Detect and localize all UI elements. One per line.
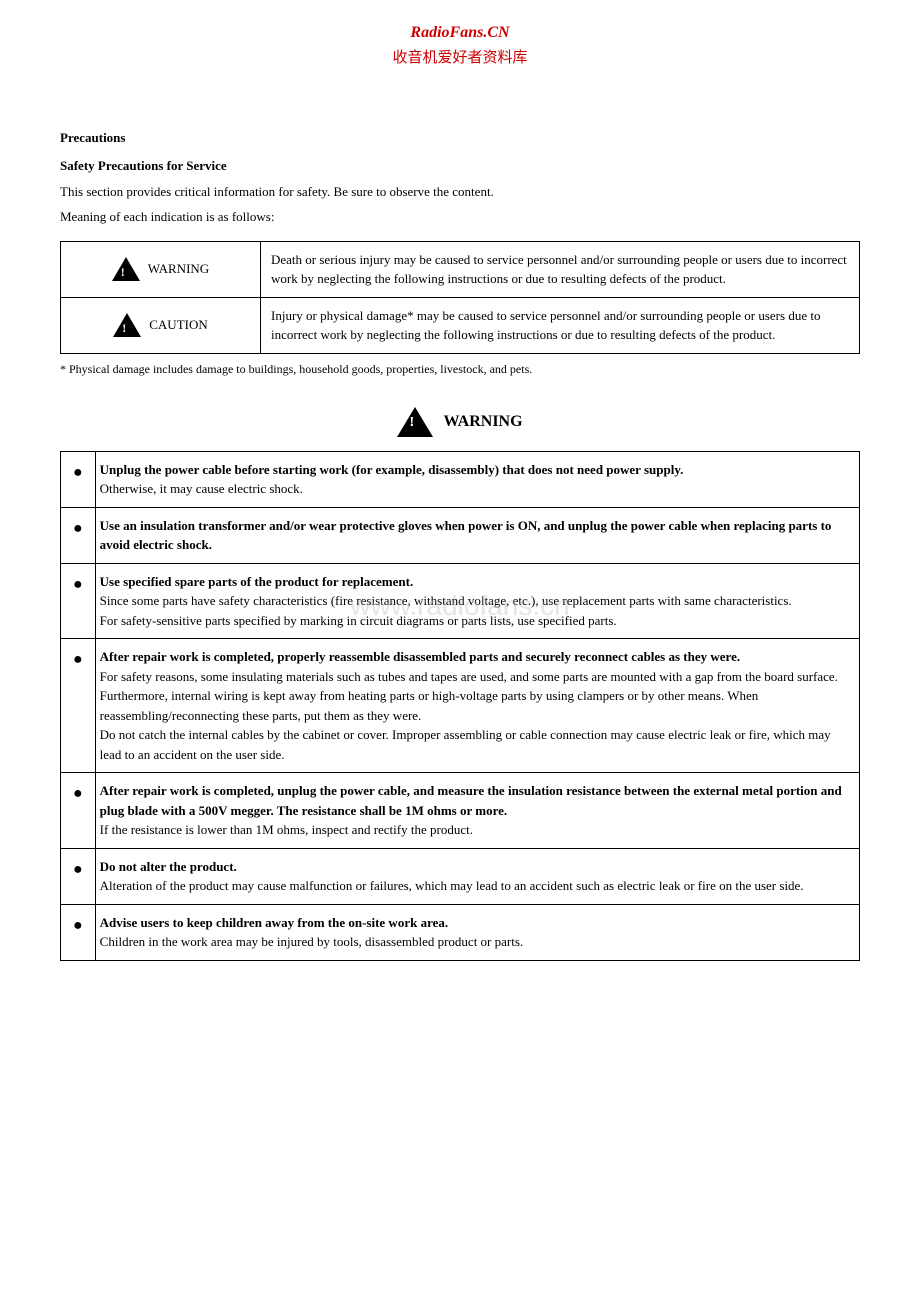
warning-item-3: ● Use specified spare parts of the produ… bbox=[61, 563, 860, 639]
caution-row: CAUTION Injury or physical damage* may b… bbox=[61, 297, 860, 353]
normal-4: For safety reasons, some insulating mate… bbox=[100, 669, 838, 762]
footnote: * Physical damage includes damage to bui… bbox=[60, 362, 860, 377]
bold-4: After repair work is completed, properly… bbox=[100, 649, 740, 664]
bold-7: Advise users to keep children away from … bbox=[100, 915, 448, 930]
warning-item-5: ● After repair work is completed, unplug… bbox=[61, 773, 860, 849]
warning-items-table: ● Unplug the power cable before starting… bbox=[60, 451, 860, 961]
content-2: Use an insulation transformer and/or wea… bbox=[95, 507, 859, 563]
content-3: Use specified spare parts of the product… bbox=[95, 563, 859, 639]
warning-section-icon: ! bbox=[397, 407, 433, 437]
site-subtitle: 收音机爱好者资料库 bbox=[60, 46, 860, 70]
warning-item-1: ● Unplug the power cable before starting… bbox=[61, 451, 860, 507]
warning-label-cell: WARNING bbox=[61, 241, 261, 297]
bold-2: Use an insulation transformer and/or wea… bbox=[100, 518, 832, 553]
caution-label-text: CAUTION bbox=[149, 315, 208, 335]
intro-text-2: Meaning of each indication is as follows… bbox=[60, 207, 860, 227]
bullet-1: ● bbox=[61, 451, 96, 507]
content-6: Do not alter the product. Alteration of … bbox=[95, 848, 859, 904]
caution-label-cell: CAUTION bbox=[61, 297, 261, 353]
warning-item-4: ● After repair work is completed, proper… bbox=[61, 639, 860, 773]
site-title: RadioFans.CN bbox=[60, 20, 860, 46]
content-1: Unplug the power cable before starting w… bbox=[95, 451, 859, 507]
warning-exclamation: ! bbox=[409, 415, 414, 431]
bold-1: Unplug the power cable before starting w… bbox=[100, 462, 684, 477]
bullet-5: ● bbox=[61, 773, 96, 849]
precautions-title: Precautions bbox=[60, 130, 860, 146]
warning-triangle-icon bbox=[112, 257, 140, 281]
caution-description: Injury or physical damage* may be caused… bbox=[261, 297, 860, 353]
normal-5: If the resistance is lower than 1M ohms,… bbox=[100, 822, 473, 837]
content-4: After repair work is completed, properly… bbox=[95, 639, 859, 773]
bullet-7: ● bbox=[61, 904, 96, 960]
warning-section: ! WARNING ● Unplug the power cable befor… bbox=[60, 407, 860, 961]
warning-item-2: ● Use an insulation transformer and/or w… bbox=[61, 507, 860, 563]
warning-heading: ! WARNING bbox=[60, 407, 860, 437]
normal-6: Alteration of the product may cause malf… bbox=[100, 878, 804, 893]
normal-7: Children in the work area may be injured… bbox=[100, 934, 523, 949]
bullet-6: ● bbox=[61, 848, 96, 904]
content-5: After repair work is completed, unplug t… bbox=[95, 773, 859, 849]
bullet-4: ● bbox=[61, 639, 96, 773]
normal-3: Since some parts have safety characteris… bbox=[100, 593, 792, 628]
safety-precautions-title: Safety Precautions for Service bbox=[60, 158, 860, 174]
definition-table: WARNING Death or serious injury may be c… bbox=[60, 241, 860, 354]
bullet-2: ● bbox=[61, 507, 96, 563]
page-header: RadioFans.CN 收音机爱好者资料库 bbox=[60, 20, 860, 70]
bullet-3: ● bbox=[61, 563, 96, 639]
intro-text-1: This section provides critical informati… bbox=[60, 182, 860, 202]
warning-row: WARNING Death or serious injury may be c… bbox=[61, 241, 860, 297]
bold-3: Use specified spare parts of the product… bbox=[100, 574, 414, 589]
bold-6: Do not alter the product. bbox=[100, 859, 237, 874]
bold-5: After repair work is completed, unplug t… bbox=[100, 783, 842, 818]
warning-description: Death or serious injury may be caused to… bbox=[261, 241, 860, 297]
warning-item-6: ● Do not alter the product. Alteration o… bbox=[61, 848, 860, 904]
normal-1: Otherwise, it may cause electric shock. bbox=[100, 481, 303, 496]
warning-item-7: ● Advise users to keep children away fro… bbox=[61, 904, 860, 960]
warning-section-title: WARNING bbox=[443, 413, 522, 431]
content-7: Advise users to keep children away from … bbox=[95, 904, 859, 960]
caution-triangle-icon bbox=[113, 313, 141, 337]
warning-label-text: WARNING bbox=[148, 259, 209, 279]
precautions-section: Precautions Safety Precautions for Servi… bbox=[60, 130, 860, 377]
